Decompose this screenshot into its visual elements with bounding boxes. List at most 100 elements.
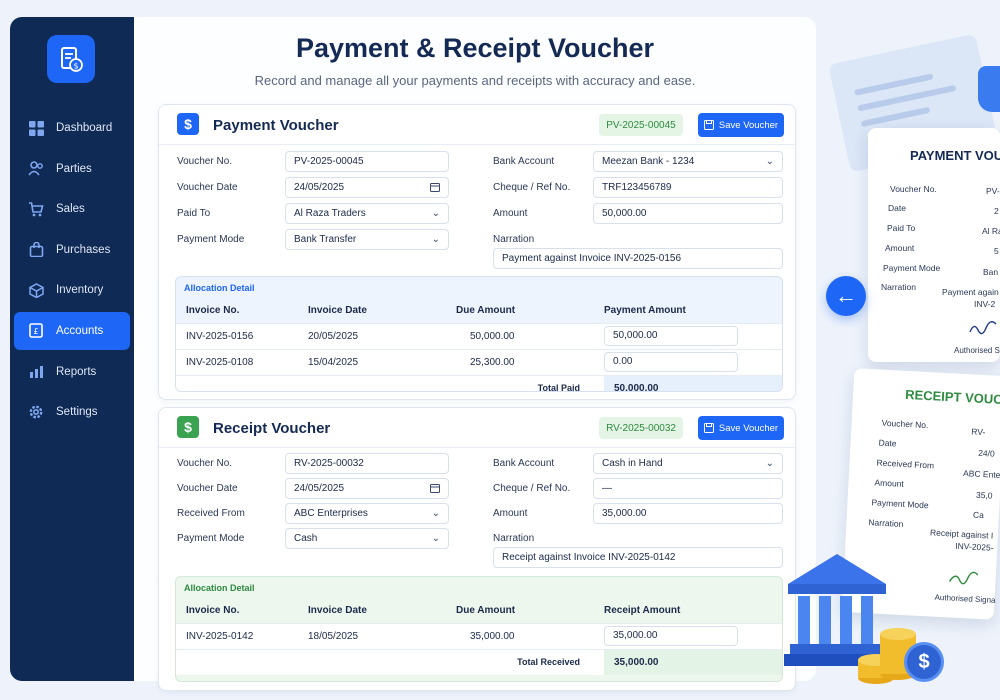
- cart-icon: [28, 201, 44, 217]
- box-icon: [28, 282, 44, 298]
- preview-label: Payment Mode: [883, 263, 941, 273]
- col-invoice-no: Invoice No.: [186, 605, 240, 617]
- preview-value: 24/0: [977, 447, 996, 459]
- preview-label: Date: [878, 437, 897, 449]
- table-row: INV-2025-0156 20/05/2025 50,000.00 50,00…: [176, 322, 782, 349]
- arrow-left-icon: ←: [835, 283, 857, 308]
- payment-amount-input[interactable]: 50,000.00: [604, 326, 738, 346]
- page-subtitle: Record and manage all your payments and …: [254, 73, 696, 88]
- sidebar-nav: Dashboard Parties Sales Purchases Invent…: [14, 109, 130, 434]
- preview-value: RV-: [971, 426, 986, 438]
- payment-cheque-field[interactable]: TRF123456789: [593, 177, 783, 198]
- preview-value: Al Ra: [982, 226, 1000, 236]
- bag-icon: [28, 242, 44, 258]
- field-value: Payment against Invoice INV-2025-0156: [502, 253, 681, 264]
- total-paid-label: Total Paid: [176, 374, 604, 391]
- voucher-no-label: Voucher No.: [177, 458, 233, 469]
- receipt-cheque-field[interactable]: —: [593, 478, 783, 499]
- invoice-no-cell: INV-2025-0142: [176, 622, 308, 649]
- payment-amount-field[interactable]: 50,000.00: [593, 203, 783, 224]
- gear-icon: [28, 404, 44, 420]
- receipt-save-button[interactable]: Save Voucher: [698, 416, 784, 440]
- total-received-label: Total Received: [176, 648, 604, 675]
- payment-paid-to-select[interactable]: Al Raza Traders ⌄: [285, 203, 449, 224]
- sidebar-item-inventory[interactable]: Inventory: [14, 271, 130, 309]
- dollar-coin-icon: $: [904, 642, 944, 682]
- preview-label: Narration: [881, 282, 916, 292]
- app-logo[interactable]: $: [47, 35, 95, 83]
- receipt-received-from-select[interactable]: ABC Enterprises ⌄: [285, 503, 449, 524]
- chevron-down-icon: ⌄: [431, 508, 440, 519]
- table-row: INV-2025-0108 15/04/2025 25,300.00 0.00: [176, 348, 782, 375]
- narration-label: Narration: [493, 533, 535, 544]
- sidebar-item-dashboard[interactable]: Dashboard: [14, 109, 130, 147]
- paid-to-label: Paid To: [177, 208, 211, 219]
- signature-mark: [948, 571, 979, 585]
- sidebar-item-settings[interactable]: Settings: [14, 393, 130, 431]
- preview-value: Receipt against I: [929, 527, 994, 541]
- receipt-voucher-card: $ Receipt Voucher RV-2025-00032 Save Vou…: [158, 407, 796, 691]
- payment-mode-select[interactable]: Bank Transfer ⌄: [285, 229, 449, 250]
- preview-value: 2: [994, 206, 999, 216]
- sidebar-item-label: Dashboard: [56, 122, 113, 134]
- due-amount-cell: 25,300.00: [456, 348, 604, 375]
- calendar-icon[interactable]: [430, 182, 440, 195]
- field-value: —: [602, 483, 612, 494]
- total-received-value: 35,000.00: [604, 648, 782, 675]
- sidebar-item-parties[interactable]: Parties: [14, 150, 130, 188]
- narration-label: Narration: [493, 234, 535, 245]
- payment-amount-input[interactable]: 0.00: [604, 352, 738, 372]
- chevron-down-icon: ⌄: [765, 156, 774, 167]
- receipt-mode-select[interactable]: Cash ⌄: [285, 528, 449, 549]
- payment-voucher-no-field[interactable]: PV-2025-00045: [285, 151, 449, 172]
- voucher-no-label: Voucher No.: [177, 156, 233, 167]
- sidebar-item-sales[interactable]: Sales: [14, 190, 130, 228]
- field-value: Bank Transfer: [294, 234, 357, 245]
- receipt-narration-field[interactable]: Receipt against Invoice INV-2025-0142: [493, 547, 783, 568]
- payment-bank-select[interactable]: Meezan Bank - 1234 ⌄: [593, 151, 783, 172]
- sidebar-item-label: Sales: [56, 203, 85, 216]
- users-icon: [28, 161, 44, 177]
- payment-voucher-badge: PV-2025-00045: [599, 114, 683, 136]
- field-value: 35,000.00: [602, 508, 647, 519]
- field-value: TRF123456789: [602, 182, 672, 193]
- payment-save-button[interactable]: Save Voucher: [698, 113, 784, 137]
- chevron-down-icon: ⌄: [431, 533, 440, 544]
- chevron-down-icon: ⌄: [765, 458, 774, 469]
- receipt-voucher-no-field[interactable]: RV-2025-00032: [285, 453, 449, 474]
- receipt-card-header: $ Receipt Voucher RV-2025-00032 Save Vou…: [159, 408, 795, 448]
- preview-title: PAYMENT VOU: [910, 148, 1000, 163]
- receipt-voucher-date-field[interactable]: 24/05/2025: [285, 478, 449, 499]
- save-button-label: Save Voucher: [718, 119, 779, 131]
- field-value: Meezan Bank - 1234: [602, 156, 695, 167]
- dollar-icon: $: [177, 416, 199, 438]
- col-due-amount: Due Amount: [456, 605, 516, 617]
- sidebar-item-accounts[interactable]: £ Accounts: [14, 311, 130, 350]
- receipt-amount-field[interactable]: 35,000.00: [593, 503, 783, 524]
- received-from-label: Received From: [177, 508, 245, 519]
- sidebar-item-label: Settings: [56, 406, 98, 419]
- receipt-allocation-table: Allocation Detail Invoice No. Invoice Da…: [175, 576, 783, 682]
- amount-label: Amount: [493, 508, 528, 519]
- calendar-icon[interactable]: [430, 483, 440, 496]
- sidebar-item-reports[interactable]: Reports: [14, 353, 130, 391]
- svg-text:$: $: [73, 62, 78, 71]
- sidebar-item-purchases[interactable]: Purchases: [14, 231, 130, 269]
- receipt-amount-cell: 35,000.00: [604, 622, 782, 649]
- table-row: INV-2025-0142 18/05/2025 35,000.00 35,00…: [176, 622, 782, 649]
- bar-chart-icon: [28, 364, 44, 380]
- back-arrow-button[interactable]: ←: [826, 276, 866, 316]
- sidebar: $ Dashboard Parties Sales Purchases Inve…: [10, 17, 134, 681]
- save-icon: [703, 423, 714, 433]
- preview-value: Payment again: [942, 287, 999, 297]
- preview-value: INV-2025-: [955, 540, 994, 553]
- payment-narration-field[interactable]: Payment against Invoice INV-2025-0156: [493, 248, 783, 269]
- payment-voucher-date-field[interactable]: 24/05/2025: [285, 177, 449, 198]
- field-value: RV-2025-00032: [294, 458, 364, 469]
- sidebar-item-label: Accounts: [56, 324, 104, 337]
- receipt-amount-input[interactable]: 35,000.00: [604, 626, 738, 646]
- receipt-icon: $: [61, 47, 83, 72]
- dollar-icon: $: [177, 113, 199, 135]
- total-row: Total Paid 50,000.00: [176, 374, 782, 391]
- receipt-bank-select[interactable]: Cash in Hand ⌄: [593, 453, 783, 474]
